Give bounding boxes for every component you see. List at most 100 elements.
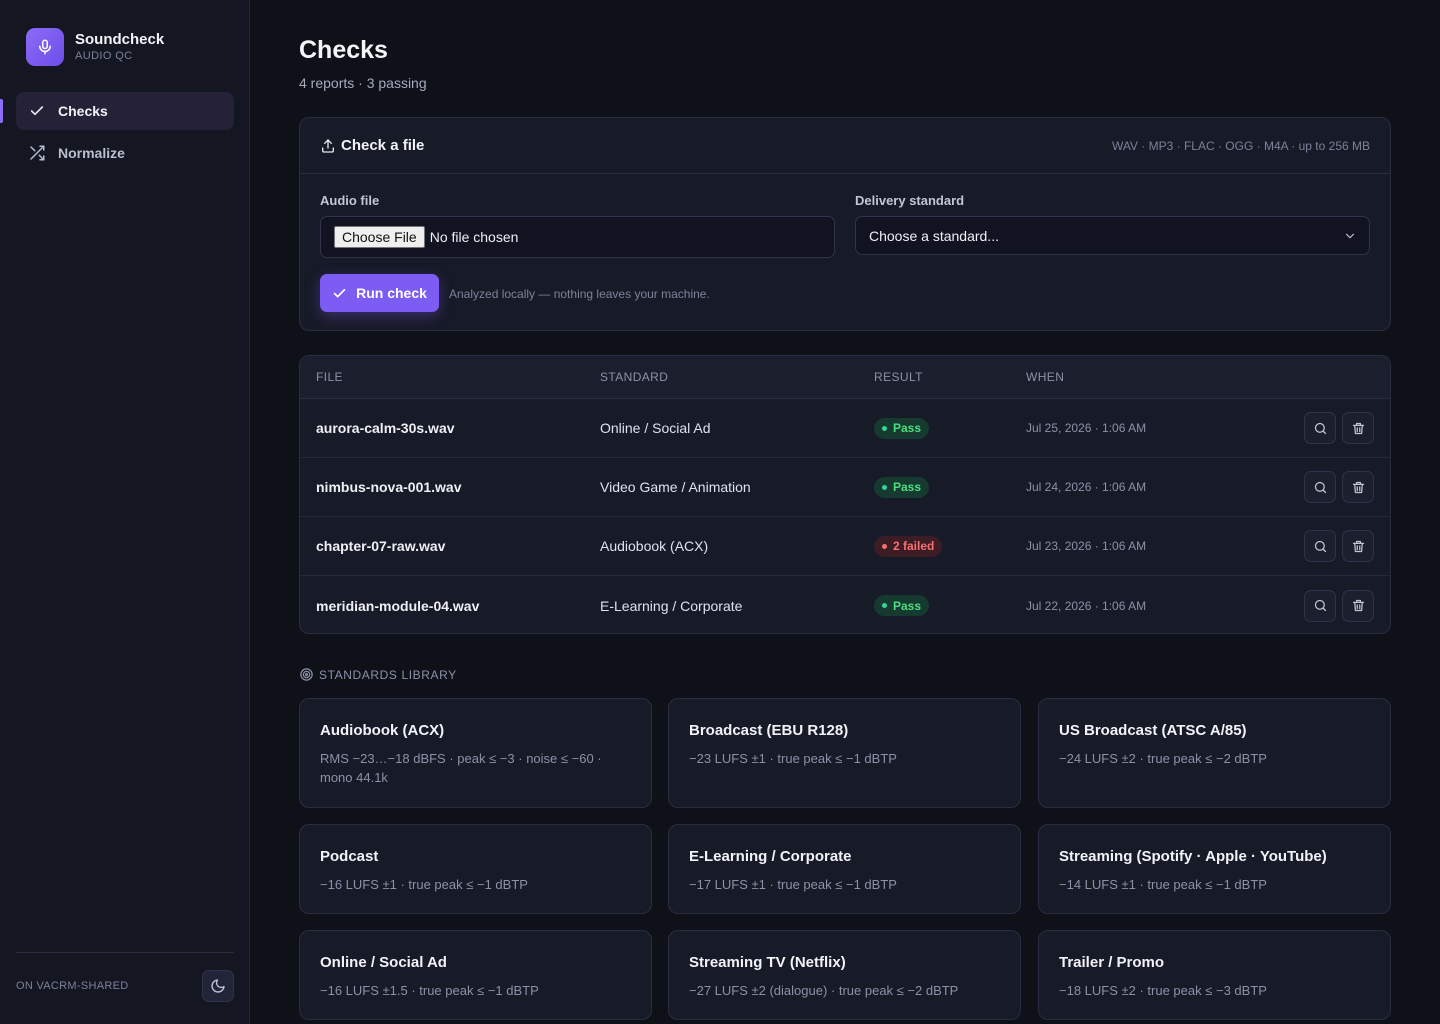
check-file-header: Check a file WAV · MP3 · FLAC · OGG · M4… xyxy=(300,118,1390,174)
row-when: Jul 24, 2026 · 1:06 AM xyxy=(1026,480,1147,494)
status-badge: Pass xyxy=(874,417,930,439)
check-file-card: Check a file WAV · MP3 · FLAC · OGG · M4… xyxy=(299,117,1391,331)
standard-spec: −18 LUFS ±2 · true peak ≤ −3 dBTP xyxy=(1059,983,1267,998)
theme-toggle-button[interactable] xyxy=(202,970,234,1002)
sidebar-item-normalize[interactable]: Normalize xyxy=(16,134,234,172)
standard-name: E-Learning / Corporate xyxy=(689,848,852,865)
search-icon xyxy=(1313,480,1328,495)
row-file: aurora-calm-30s.wav xyxy=(316,420,455,436)
standards-library-heading: STANDARDS LIBRARY xyxy=(299,667,457,682)
row-standard: Audiobook (ACX) xyxy=(600,538,709,554)
standard-card[interactable]: Audiobook (ACX) RMS −23…−18 dBFS · peak … xyxy=(299,698,652,808)
row-when: Jul 22, 2026 · 1:06 AM xyxy=(1026,598,1147,613)
file-input-value: No file chosen xyxy=(429,229,519,245)
standard-card[interactable]: US Broadcast (ATSC A/85) −24 LUFS ±2 · t… xyxy=(1038,698,1391,808)
column-header-standard: STANDARD xyxy=(600,370,669,384)
choose-file-button[interactable]: Choose File xyxy=(334,226,425,248)
audio-file-label: Audio file xyxy=(320,193,380,208)
trash-icon xyxy=(1351,539,1366,554)
standard-spec: −27 LUFS ±2 (dialogue) · true peak ≤ −2 … xyxy=(689,983,959,998)
row-file: chapter-07-raw.wav xyxy=(316,538,446,554)
standard-spec: −24 LUFS ±2 · true peak ≤ −2 dBTP xyxy=(1059,751,1267,766)
search-icon xyxy=(1313,539,1328,554)
brand[interactable]: Soundcheck AUDIO QC xyxy=(26,28,164,66)
select-value: Choose a standard... xyxy=(869,227,999,244)
standard-card[interactable]: Trailer / Promo −18 LUFS ±2 · true peak … xyxy=(1038,930,1391,1020)
check-file-title: Check a file xyxy=(341,137,425,154)
sidebar: Soundcheck AUDIO QC Checks Normalize ON … xyxy=(0,0,250,1024)
target-icon xyxy=(299,667,314,682)
standard-card[interactable]: E-Learning / Corporate −17 LUFS ±1 · tru… xyxy=(668,824,1021,914)
table-row[interactable]: chapter-07-raw.wav Audiobook (ACX) 2 fai… xyxy=(300,517,1390,576)
run-check-button[interactable]: Run check xyxy=(320,274,439,312)
standard-name: Audiobook (ACX) xyxy=(320,722,445,739)
audio-file-input[interactable]: Choose File No file chosen xyxy=(320,216,835,258)
standard-card[interactable]: Broadcast (EBU R128) −23 LUFS ±1 · true … xyxy=(668,698,1021,808)
delete-report-button[interactable] xyxy=(1342,412,1374,444)
microphone-icon xyxy=(26,28,64,66)
sidebar-footer: ON VACRM-SHARED xyxy=(16,952,234,1002)
standard-card[interactable]: Streaming TV (Netflix) −27 LUFS ±2 (dial… xyxy=(668,930,1021,1020)
search-icon xyxy=(1313,598,1328,613)
view-report-button[interactable] xyxy=(1304,471,1336,503)
delete-report-button[interactable] xyxy=(1342,530,1374,562)
upload-icon xyxy=(320,138,336,154)
standards-library-title: STANDARDS LIBRARY xyxy=(319,667,457,682)
column-header-result: RESULT xyxy=(874,370,923,384)
row-file: meridian-module-04.wav xyxy=(316,597,480,614)
search-icon xyxy=(1313,421,1328,436)
standard-spec: −14 LUFS ±1 · true peak ≤ −1 dBTP xyxy=(1059,877,1267,892)
standard-card[interactable]: Streaming (Spotify · Apple · YouTube) −1… xyxy=(1038,824,1391,914)
page-title: Checks xyxy=(299,36,388,64)
status-badge: Pass xyxy=(874,595,930,616)
status-badge: 2 failed xyxy=(874,535,943,557)
sidebar-item-label: Normalize xyxy=(58,145,125,161)
column-header-when: WHEN xyxy=(1026,370,1065,384)
standard-spec: RMS −23…−18 dBFS · peak ≤ −3 · noise ≤ −… xyxy=(320,751,602,785)
table-row[interactable]: meridian-module-04.wav E-Learning / Corp… xyxy=(300,576,1390,633)
standard-name: Streaming (Spotify · Apple · YouTube) xyxy=(1059,848,1327,865)
standard-card[interactable]: Online / Social Ad −16 LUFS ±1.5 · true … xyxy=(299,930,652,1020)
app-subtitle: AUDIO QC xyxy=(75,50,133,62)
delete-report-button[interactable] xyxy=(1342,471,1374,503)
reports-table: FILE STANDARD RESULT WHEN aurora-calm-30… xyxy=(299,355,1391,634)
row-standard: Video Game / Animation xyxy=(600,479,751,495)
standard-name: Streaming TV (Netflix) xyxy=(689,954,846,971)
sidebar-nav: Checks Normalize xyxy=(0,92,234,176)
standard-spec: −17 LUFS ±1 · true peak ≤ −1 dBTP xyxy=(689,877,897,892)
row-standard: E-Learning / Corporate xyxy=(600,597,743,614)
app-name: Soundcheck xyxy=(75,31,165,48)
status-badge: Pass xyxy=(874,476,930,498)
view-report-button[interactable] xyxy=(1304,530,1336,562)
table-header: FILE STANDARD RESULT WHEN xyxy=(300,356,1390,399)
view-report-button[interactable] xyxy=(1304,412,1336,444)
delete-report-button[interactable] xyxy=(1342,589,1374,622)
table-row[interactable]: aurora-calm-30s.wav Online / Social Ad P… xyxy=(300,399,1390,458)
view-report-button[interactable] xyxy=(1304,589,1336,622)
trash-icon xyxy=(1351,598,1366,613)
check-icon xyxy=(332,286,347,301)
row-standard: Online / Social Ad xyxy=(600,420,711,436)
shuffle-icon xyxy=(28,144,46,162)
sidebar-item-checks[interactable]: Checks xyxy=(0,92,234,130)
chevron-down-icon xyxy=(1343,229,1357,243)
moon-icon xyxy=(210,978,226,994)
standard-card[interactable]: Podcast −16 LUFS ±1 · true peak ≤ −1 dBT… xyxy=(299,824,652,914)
standard-spec: −23 LUFS ±1 · true peak ≤ −1 dBTP xyxy=(689,751,897,766)
page-subtitle: 4 reports · 3 passing xyxy=(299,75,427,91)
standard-name: Broadcast (EBU R128) xyxy=(689,722,849,739)
standard-name: Trailer / Promo xyxy=(1059,954,1165,971)
column-header-file: FILE xyxy=(316,370,343,384)
row-file: nimbus-nova-001.wav xyxy=(316,479,462,495)
row-when: Jul 25, 2026 · 1:06 AM xyxy=(1026,421,1147,435)
delivery-standard-select[interactable]: Choose a standard... xyxy=(855,216,1370,255)
run-check-label: Run check xyxy=(356,285,427,301)
table-row[interactable]: nimbus-nova-001.wav Video Game / Animati… xyxy=(300,458,1390,517)
check-icon xyxy=(28,102,46,120)
delivery-standard-label: Delivery standard xyxy=(855,193,965,208)
trash-icon xyxy=(1351,421,1366,436)
standard-spec: −16 LUFS ±1.5 · true peak ≤ −1 dBTP xyxy=(320,983,539,998)
trash-icon xyxy=(1351,480,1366,495)
standard-name: US Broadcast (ATSC A/85) xyxy=(1059,722,1247,739)
standard-name: Online / Social Ad xyxy=(320,954,447,971)
